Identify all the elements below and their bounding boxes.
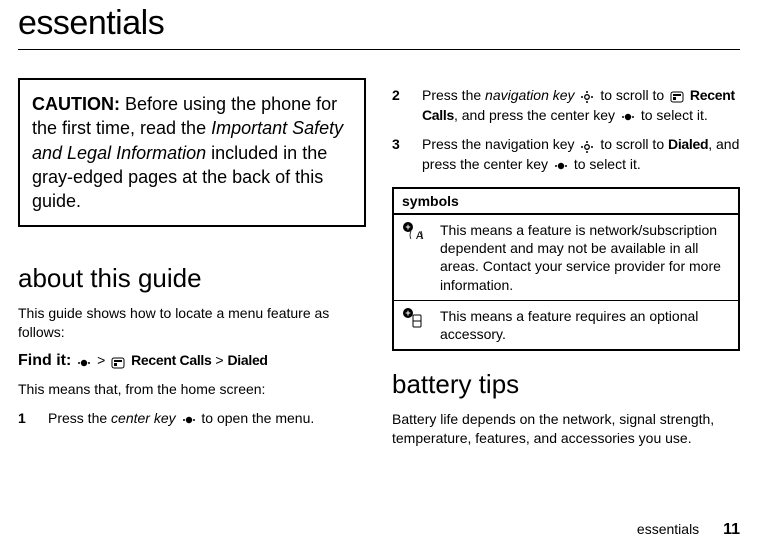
nav-key-icon bbox=[580, 87, 594, 106]
page-footer: essentials 11 bbox=[637, 521, 740, 539]
step-num: 1 bbox=[18, 409, 30, 429]
findit-dialed: Dialed bbox=[227, 352, 267, 368]
step-body: Press the navigation key to scroll to Re… bbox=[422, 86, 740, 125]
footer-section-label: essentials bbox=[637, 521, 699, 537]
findit-recent: Recent Calls bbox=[131, 352, 211, 368]
about-intro: This guide shows how to locate a menu fe… bbox=[18, 304, 366, 342]
step-text: to open the menu. bbox=[201, 410, 314, 426]
symbols-row-text: This means a feature is network/subscrip… bbox=[432, 214, 739, 300]
step-num: 2 bbox=[392, 86, 404, 125]
center-key-icon bbox=[621, 107, 635, 126]
step-text: to scroll to bbox=[600, 87, 668, 103]
page-title: essentials bbox=[18, 4, 740, 43]
nav-key-icon bbox=[580, 136, 594, 155]
symbols-table: symbols + A This means a feature is netw… bbox=[392, 187, 740, 351]
findit-sep-2: > bbox=[215, 352, 223, 368]
recent-calls-icon bbox=[111, 354, 125, 370]
step-body: Press the center key to open the menu. bbox=[48, 409, 366, 429]
svg-text:+: + bbox=[405, 308, 410, 318]
step-text: Press the bbox=[48, 410, 111, 426]
center-key-icon bbox=[77, 353, 91, 369]
symbols-row-text: This means a feature requires an optiona… bbox=[432, 300, 739, 350]
step-text: Press the navigation key bbox=[422, 136, 578, 152]
title-rule bbox=[18, 49, 740, 50]
accessory-required-icon: + bbox=[393, 300, 432, 350]
step-text: to scroll to bbox=[600, 136, 668, 152]
symbols-header: symbols bbox=[393, 188, 739, 214]
svg-text:+: + bbox=[405, 222, 410, 232]
step-italic: center key bbox=[111, 410, 176, 426]
svg-text:A: A bbox=[416, 230, 424, 242]
step-2: 2 Press the navigation key to scroll to … bbox=[392, 86, 740, 125]
step-text: to select it. bbox=[641, 107, 708, 123]
step-1: 1 Press the center key to open the menu. bbox=[18, 409, 366, 429]
right-steps: 2 Press the navigation key to scroll to … bbox=[392, 86, 740, 175]
battery-text: Battery life depends on the network, sig… bbox=[392, 410, 740, 448]
step-italic: navigation key bbox=[485, 87, 575, 103]
battery-heading: battery tips bbox=[392, 369, 740, 400]
caution-box: CAUTION: Before using the phone for the … bbox=[18, 78, 366, 227]
center-key-icon bbox=[554, 156, 568, 175]
recent-calls-icon bbox=[670, 87, 684, 106]
right-column: 2 Press the navigation key to scroll to … bbox=[392, 78, 740, 458]
step-body: Press the navigation key to scroll to Di… bbox=[422, 135, 740, 174]
step-bold: Dialed bbox=[668, 136, 708, 152]
network-dependent-icon: + A bbox=[393, 214, 432, 300]
table-row: + A This means a feature is network/subs… bbox=[393, 214, 739, 300]
findit-means: This means that, from the home screen: bbox=[18, 380, 366, 399]
step-num: 3 bbox=[392, 135, 404, 174]
step-text: to select it. bbox=[574, 156, 641, 172]
table-row: + This means a feature requires an optio… bbox=[393, 300, 739, 350]
findit-sep-1: > bbox=[97, 352, 105, 368]
findit-label: Find it: bbox=[18, 352, 71, 369]
step-text: Press the bbox=[422, 87, 485, 103]
content-columns: CAUTION: Before using the phone for the … bbox=[18, 78, 740, 458]
findit-line: Find it: > Recent Calls > Dialed bbox=[18, 352, 366, 370]
caution-label: CAUTION: bbox=[32, 94, 120, 114]
center-key-icon bbox=[182, 410, 196, 429]
about-heading: about this guide bbox=[18, 263, 366, 294]
step-3: 3 Press the navigation key to scroll to … bbox=[392, 135, 740, 174]
left-column: CAUTION: Before using the phone for the … bbox=[18, 78, 366, 458]
footer-page-number: 11 bbox=[723, 521, 740, 538]
step-text: , and press the center key bbox=[454, 107, 619, 123]
